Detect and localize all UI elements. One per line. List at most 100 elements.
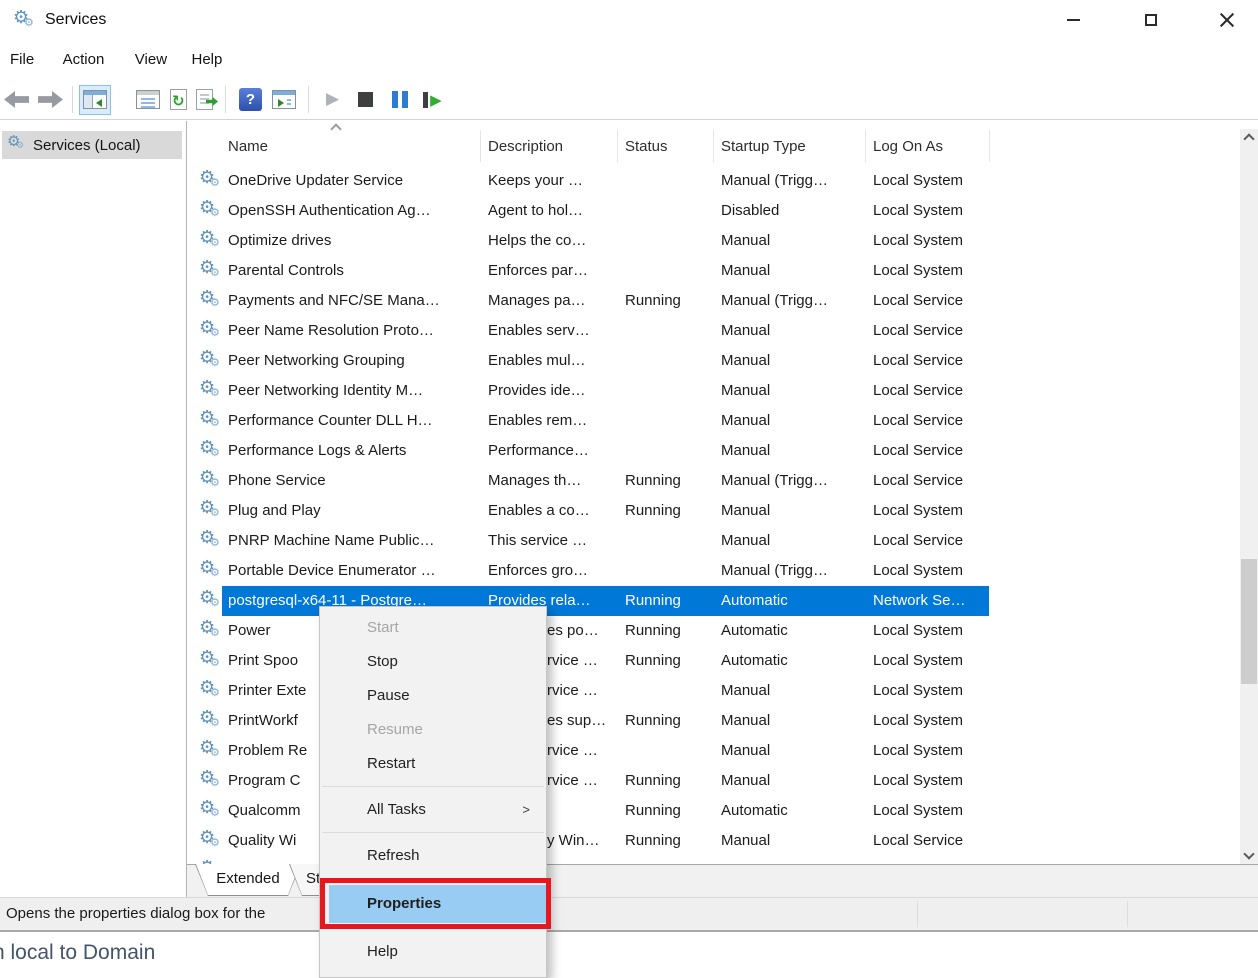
s-status xyxy=(625,406,715,436)
s-description: Enables mul… xyxy=(488,346,614,376)
export-list-button[interactable] xyxy=(196,89,213,110)
column-header-description[interactable]: Description xyxy=(488,138,563,155)
start-service-button[interactable]: ▶ xyxy=(326,91,339,108)
s-name: Optimize drives xyxy=(228,226,474,256)
service-row[interactable]: ⚙⚙Plug and PlayEnables a co…RunningManua… xyxy=(193,496,1240,526)
service-row[interactable]: ⚙⚙OpenSSH Authentication Ag…Agent to hol… xyxy=(193,196,1240,226)
context-menu-item-refresh[interactable]: Refresh xyxy=(320,839,546,873)
column-divider[interactable] xyxy=(865,130,866,162)
background-document-text: n local to Domain xyxy=(0,941,155,965)
service-row[interactable]: ⚙⚙Parental ControlsEnforces par…ManualLo… xyxy=(193,256,1240,286)
menu-action[interactable]: Action xyxy=(63,44,105,76)
vertical-scrollbar[interactable] xyxy=(1240,129,1258,864)
pause-service-button[interactable] xyxy=(392,91,408,108)
column-divider[interactable] xyxy=(989,130,990,162)
s-name: Performance Logs & Alerts xyxy=(228,436,474,466)
service-row[interactable]: ⚙⚙Peer Networking GroupingEnables mul…Ma… xyxy=(193,346,1240,376)
s-log-on-as: Local System xyxy=(873,646,989,676)
sort-ascending-icon xyxy=(330,123,341,134)
context-menu-item-all-tasks[interactable]: All Tasks> xyxy=(320,793,546,827)
s-startup-type: Manual (Trigg… xyxy=(721,466,863,496)
service-row[interactable]: ⚙⚙Performance Counter DLL H…Enables rem…… xyxy=(193,406,1240,436)
context-menu-item-help[interactable]: Help xyxy=(320,935,546,969)
stop-service-button[interactable] xyxy=(358,92,373,107)
s-description: rvice … xyxy=(547,736,613,766)
context-menu-item-stop[interactable]: Stop xyxy=(320,645,546,679)
refresh-button[interactable]: ↻ xyxy=(170,89,187,110)
context-menu-item-label: All Tasks xyxy=(367,801,426,818)
service-gear-icon: ⚙⚙ xyxy=(199,500,223,524)
s-startup-type: Manual xyxy=(721,436,863,466)
service-row[interactable]: ⚙⚙Payments and NFC/SE Mana…Manages pa…Ru… xyxy=(193,286,1240,316)
close-button[interactable] xyxy=(1204,0,1250,40)
sidebar-item-services-local[interactable]: ⚙⚙ Services (Local) xyxy=(2,131,182,159)
s-description: Provides ide… xyxy=(488,376,614,406)
s-description: y Win… xyxy=(547,826,613,856)
s-log-on-as: Local System xyxy=(873,166,989,196)
column-header-logon[interactable]: Log On As xyxy=(873,138,943,155)
tab-extended-label: Extended xyxy=(196,864,300,895)
s-name: Peer Networking Grouping xyxy=(228,346,474,376)
service-row[interactable]: ⚙⚙Optimize drivesHelps the co…ManualLoca… xyxy=(193,226,1240,256)
context-menu-item-label: Pause xyxy=(367,687,410,704)
s-startup-type: Automatic xyxy=(721,616,863,646)
back-button[interactable] xyxy=(4,91,29,108)
s-startup-type: Manual xyxy=(721,826,863,856)
restart-service-button[interactable]: ▶ xyxy=(423,91,442,109)
service-gear-icon: ⚙⚙ xyxy=(199,620,223,644)
column-divider[interactable] xyxy=(713,130,714,162)
show-console-tree-button[interactable] xyxy=(79,85,111,115)
app-icon: ⚙⚙ xyxy=(13,10,37,34)
column-header-status[interactable]: Status xyxy=(625,138,668,155)
s-log-on-as: Local System xyxy=(873,736,989,766)
service-row[interactable]: ⚙⚙Peer Networking Identity M…Provides id… xyxy=(193,376,1240,406)
s-description: rvice … xyxy=(547,646,613,676)
s-name: Parental Controls xyxy=(228,256,474,286)
s-startup-type: Manual (Trigg… xyxy=(721,166,863,196)
scroll-down-icon[interactable] xyxy=(1243,848,1254,859)
s-name: PNRP Machine Name Public… xyxy=(228,526,474,556)
restart-service-icon: ▶ xyxy=(423,91,442,109)
tab-extended[interactable]: Extended xyxy=(195,864,301,896)
toolbar-separator xyxy=(225,86,226,113)
context-menu-item-restart[interactable]: Restart xyxy=(320,747,546,781)
service-row[interactable]: ⚙⚙Performance Logs & AlertsPerformance…M… xyxy=(193,436,1240,466)
service-gear-icon: ⚙⚙ xyxy=(199,380,223,404)
s-log-on-as: Local System xyxy=(873,256,989,286)
s-status: Running xyxy=(625,286,715,316)
sidebar-item-label: Services (Local) xyxy=(33,137,141,154)
column-divider[interactable] xyxy=(617,130,618,162)
s-name: Payments and NFC/SE Mana… xyxy=(228,286,474,316)
forward-icon xyxy=(38,91,63,108)
service-row[interactable]: ⚙⚙Portable Device Enumerator …Enforces g… xyxy=(193,556,1240,586)
column-header-name[interactable]: Name xyxy=(228,138,268,155)
service-row[interactable]: ⚙⚙PNRP Machine Name Public…This service … xyxy=(193,526,1240,556)
service-gear-icon: ⚙⚙ xyxy=(199,200,223,224)
s-startup-type: Manual xyxy=(721,706,863,736)
s-status xyxy=(625,316,715,346)
column-divider[interactable] xyxy=(480,130,481,162)
s-name: Performance Counter DLL H… xyxy=(228,406,474,436)
s-description: This service … xyxy=(488,526,614,556)
minimize-button[interactable] xyxy=(1050,0,1096,40)
service-gear-icon: ⚙⚙ xyxy=(199,560,223,584)
toolbar: ↻ ? ▶ ▶ xyxy=(0,80,1258,120)
context-menu-item-pause[interactable]: Pause xyxy=(320,679,546,713)
maximize-button[interactable] xyxy=(1128,0,1174,40)
menu-help[interactable]: Help xyxy=(191,44,222,76)
menu-view[interactable]: View xyxy=(135,44,167,76)
forward-button[interactable] xyxy=(38,91,63,108)
service-row[interactable]: ⚙⚙OneDrive Updater ServiceKeeps your …Ma… xyxy=(193,166,1240,196)
service-row[interactable]: ⚙⚙Phone ServiceManages th…RunningManual … xyxy=(193,466,1240,496)
properties-button[interactable] xyxy=(136,90,160,109)
back-icon xyxy=(4,91,29,108)
pause-service-icon xyxy=(392,91,408,108)
menu-file[interactable]: File xyxy=(10,44,34,76)
show-action-pane-button[interactable] xyxy=(272,90,296,109)
column-header-startup[interactable]: Startup Type xyxy=(721,138,806,155)
scrollbar-thumb[interactable] xyxy=(1241,559,1257,684)
scroll-up-icon[interactable] xyxy=(1243,133,1254,144)
service-row[interactable]: ⚙⚙Peer Name Resolution Proto…Enables ser… xyxy=(193,316,1240,346)
help-button[interactable]: ? xyxy=(239,88,262,111)
s-status: Running xyxy=(625,826,715,856)
